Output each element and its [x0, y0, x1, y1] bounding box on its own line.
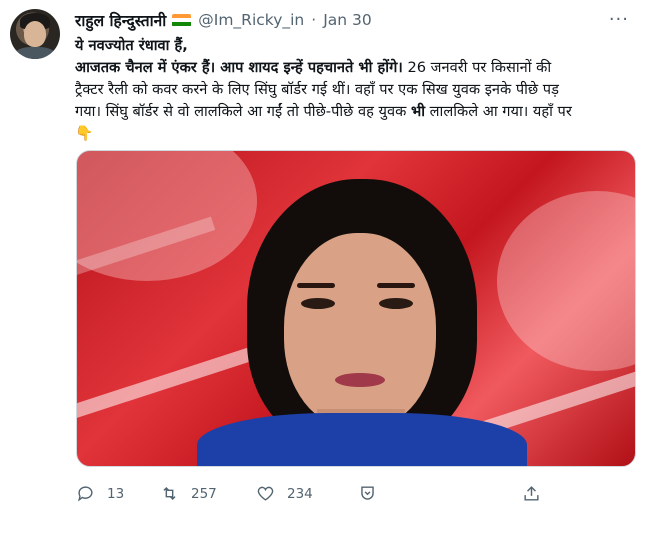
separator-dot: · [311, 11, 317, 29]
like-button[interactable]: 234 [256, 484, 313, 503]
tweet-header: राहुल हिन्दुस्तानी @Im_Ricky_in · Jan 30… [75, 9, 639, 31]
text-bold: भी [410, 103, 425, 120]
text-line-4: गया। सिंघु बॉर्डर से वो लालकिले आ गईं तो… [75, 101, 641, 123]
text-regular: लालकिले आ गया। यहाँ पर [425, 103, 572, 120]
tweet-actions: 13 257 234 [76, 484, 546, 506]
author-name[interactable]: राहुल हिन्दुस्तानी [75, 9, 166, 31]
text-regular: ट्रैक्टर रैली को कवर करने के लिए सिंघु ब… [75, 81, 559, 98]
text-bold: आजतक चैनल में एंकर हैं। आप शायद इन्हें प… [75, 59, 403, 76]
text-regular: 26 जनवरी पर किसानों की [402, 59, 552, 76]
share-button[interactable] [522, 484, 553, 503]
downvote-icon [361, 486, 374, 500]
text-line-3: ट्रैक्टर रैली को कवर करने के लिए सिंघु ब… [75, 79, 641, 101]
retweet-icon [163, 486, 176, 501]
like-count: 234 [287, 485, 313, 502]
reply-count: 13 [107, 485, 125, 502]
more-icon[interactable]: ··· [609, 9, 629, 30]
tweet-date[interactable]: Jan 30 [323, 11, 372, 29]
text-line-1: ये नवज्योत रंधावा हैं, [75, 35, 641, 57]
text-line-2: आजतक चैनल में एंकर हैं। आप शायद इन्हें प… [75, 57, 641, 79]
avatar[interactable] [10, 9, 60, 59]
tweet-text: ये नवज्योत रंधावा हैं, आजतक चैनल में एंक… [75, 35, 641, 145]
like-icon [257, 486, 274, 501]
downvote-button[interactable] [358, 484, 389, 503]
tweet: राहुल हिन्दुस्तानी @Im_Ricky_in · Jan 30… [0, 0, 653, 536]
reply-button[interactable]: 13 [76, 484, 124, 503]
retweet-count: 257 [191, 485, 217, 502]
retweet-button[interactable]: 257 [160, 484, 217, 503]
text-bold: ये नवज्योत रंधावा हैं, [75, 37, 188, 54]
pointing-down-emoji: 👇 [75, 125, 94, 142]
india-flag-icon [172, 13, 192, 27]
share-icon [524, 486, 539, 501]
author-handle[interactable]: @Im_Ricky_in [198, 11, 304, 29]
text-regular: गया। सिंघु बॉर्डर से वो लालकिले आ गईं तो… [75, 103, 411, 120]
reply-icon [78, 486, 93, 502]
tweet-image[interactable] [76, 150, 636, 467]
